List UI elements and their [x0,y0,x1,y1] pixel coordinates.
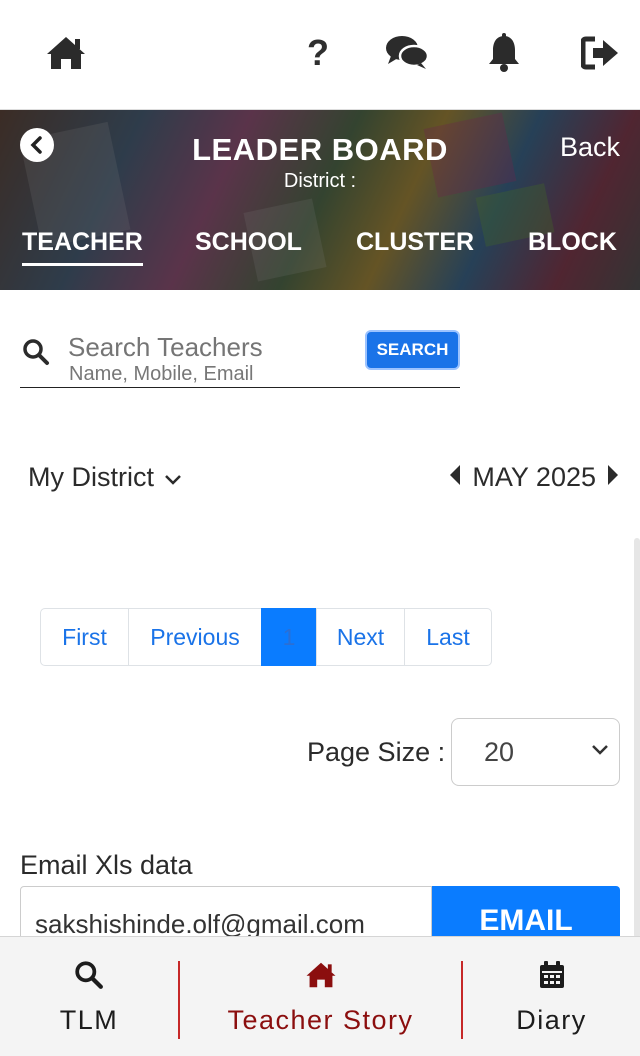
page-size-label: Page Size : [307,737,446,767]
search-icon [74,959,104,991]
current-page-button[interactable]: 1 [261,608,317,666]
district-subtitle: District : [283,170,357,192]
page-size-value: 20 [484,736,515,767]
bottom-nav: TLM Teacher Story Diary [0,936,640,1056]
chevron-down-icon [164,462,182,493]
leaderboard-tabs: TEACHER SCHOOL CLUSTER BLOCK [0,228,640,272]
leaderboard-page: ? LEADER BOARD District : Back TEACHER S… [0,0,640,1056]
calendar-icon [538,959,566,991]
page-size-select[interactable]: 20 [451,718,620,786]
back-button[interactable]: Back [560,132,620,163]
top-bar: ? [0,0,640,110]
search-button[interactable]: SEARCH [365,330,460,370]
question-icon[interactable]: ? [295,30,341,76]
month-label: MAY 2025 [472,462,596,492]
previous-page-button[interactable]: Previous [128,608,262,666]
district-dropdown[interactable]: My District [28,462,182,493]
first-page-button[interactable]: First [40,608,129,666]
tab-school[interactable]: SCHOOL [195,228,302,263]
search-input[interactable] [68,332,358,363]
search-icon [22,338,50,371]
last-page-button[interactable]: Last [404,608,492,666]
nav-teacher-story-label: Teacher Story [227,1005,414,1035]
district-label: My District [28,462,154,492]
tab-teacher[interactable]: TEACHER [22,228,143,266]
pagination: First Previous 1 Next Last [40,608,492,666]
leaderboard-banner: LEADER BOARD District : Back TEACHER SCH… [0,110,640,290]
month-selector: MAY 2025 [448,462,620,493]
logout-icon[interactable] [578,30,624,76]
banner-content: LEADER BOARD District : Back TEACHER SCH… [0,110,640,290]
nav-diary-label: Diary [516,1005,587,1035]
chat-icon[interactable] [384,30,430,76]
teacher-search: Name, Mobile, Email SEARCH [20,330,460,388]
nav-teacher-story[interactable]: Teacher Story [180,937,461,1056]
tab-cluster[interactable]: CLUSTER [356,228,474,263]
bell-icon[interactable] [481,30,527,76]
nav-diary[interactable]: Diary [463,937,640,1056]
email-label: Email Xls data [20,850,193,880]
nav-tlm-label: TLM [59,1005,119,1035]
previous-month-icon[interactable] [448,462,462,493]
nav-tlm[interactable]: TLM [0,937,178,1056]
home-icon[interactable] [43,30,89,76]
home-icon [305,959,337,991]
scrollbar[interactable] [634,538,640,938]
tab-block[interactable]: BLOCK [528,228,617,263]
page-title: LEADER BOARD [192,132,448,167]
chevron-down-icon [591,743,609,761]
search-hint: Name, Mobile, Email [69,363,254,385]
next-page-button[interactable]: Next [316,608,405,666]
next-month-icon[interactable] [606,462,620,493]
